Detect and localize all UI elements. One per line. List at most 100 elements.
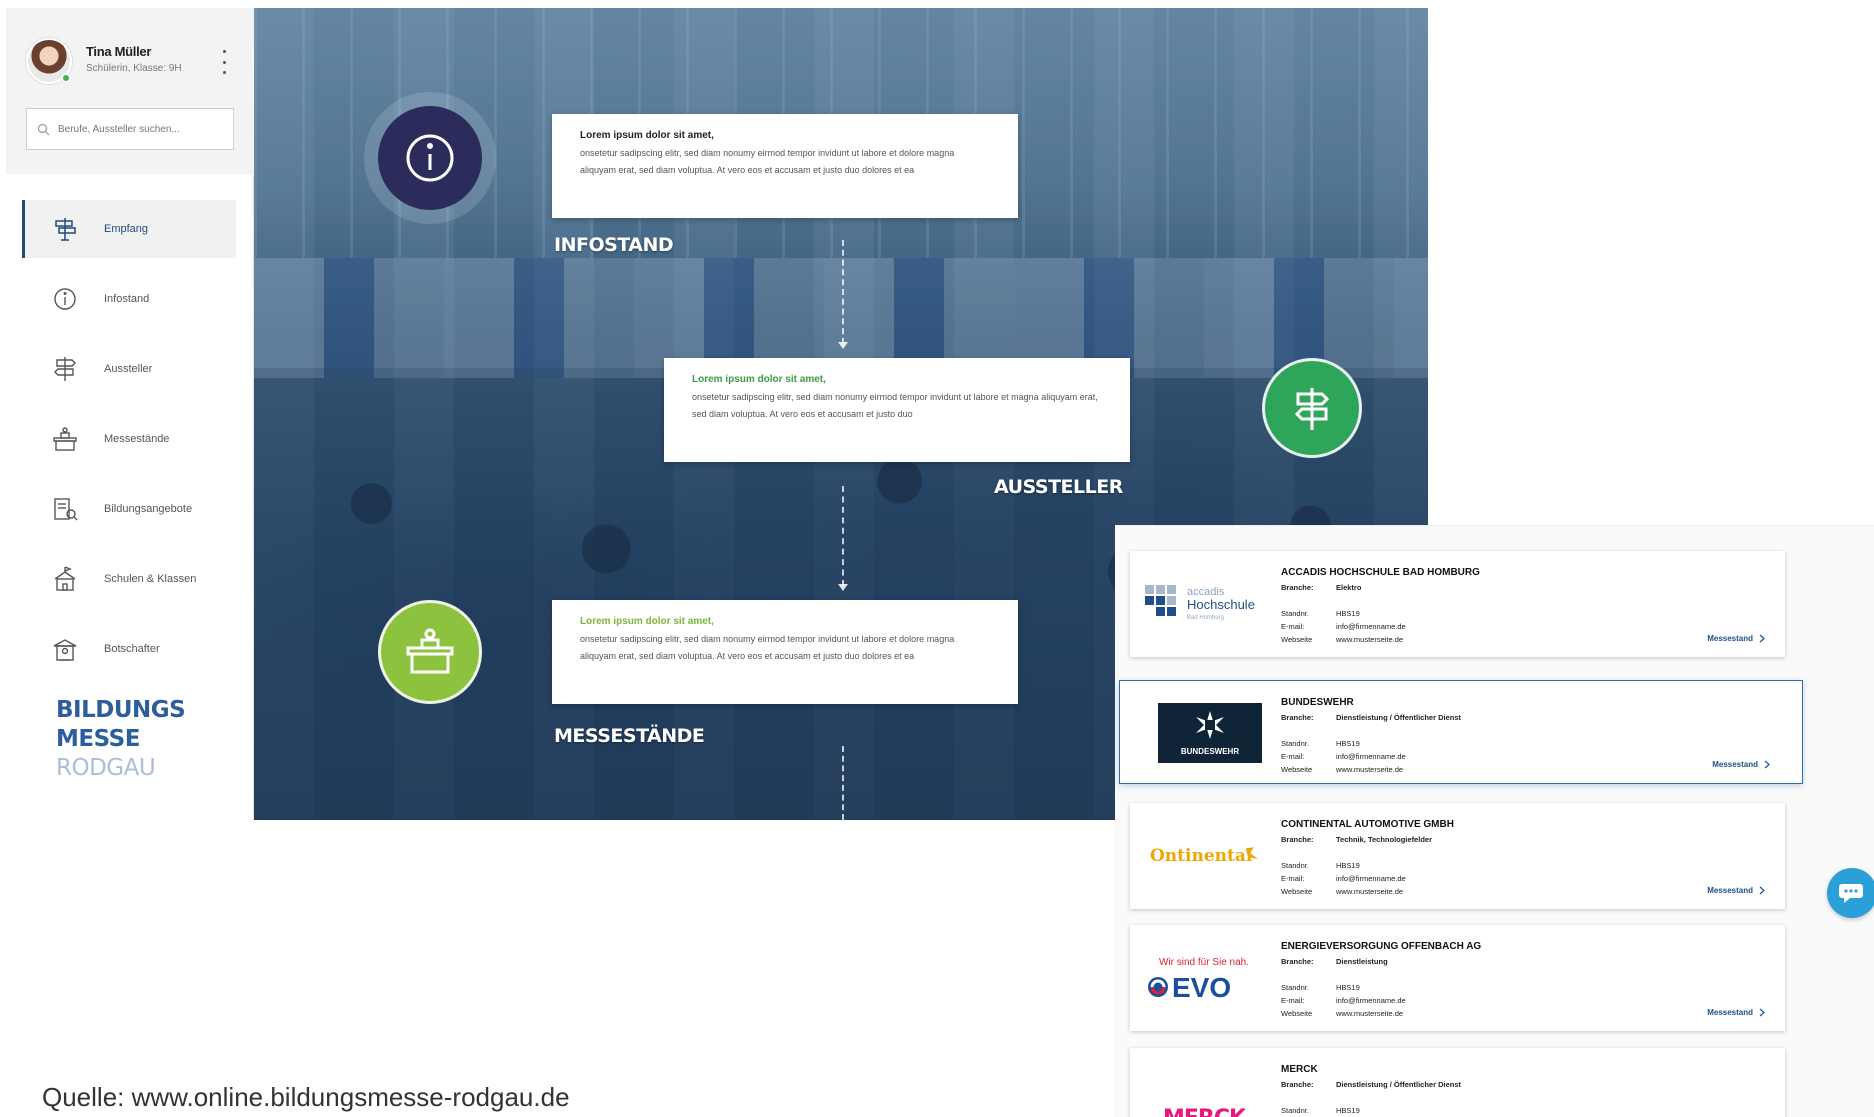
exhibitor-card[interactable]: Wir sind für Sie nah. EVO ENERGIEVERSORG… [1130, 925, 1785, 1031]
card-title: Lorem ipsum dolor sit amet, [580, 616, 714, 627]
chevron-right-icon [1759, 886, 1765, 895]
search-icon [37, 123, 50, 135]
exhibitor-name: ENERGIEVERSORGUNG OFFENBACH AG [1281, 941, 1482, 952]
exhibitor-name: ACCADIS HOCHSCHULE BAD HOMBURG [1281, 567, 1480, 578]
brand-line-3: RODGAU [56, 755, 156, 781]
aussteller-circle-button[interactable] [1262, 358, 1362, 458]
exhibitor-card-selected[interactable]: BUNDESWEHR BUNDESWEHR Branche: Dienstleis… [1119, 680, 1803, 784]
booth-icon [50, 424, 80, 454]
nav-item-empfang[interactable]: Empfang [22, 200, 236, 258]
exhibitor-name: CONTINENTAL AUTOMOTIVE GMBH [1281, 819, 1454, 830]
exhibitor-card[interactable]: accadis Hochschule Bad Homburg ACCADIS H… [1130, 551, 1785, 657]
exhibitor-standnr: Standnr. HBS19 [1281, 739, 1360, 748]
messestaende-circle-button[interactable] [378, 600, 482, 704]
education-offers-icon [50, 494, 80, 524]
exhibitor-standnr: Standnr. HBS19 [1281, 861, 1360, 870]
dashed-connector [842, 746, 844, 820]
chevron-right-icon [1759, 634, 1765, 643]
continental-logo: Ontinental [1144, 825, 1264, 885]
exhibitor-branche: Branche: Dienstleistung / Öffentlicher Di… [1281, 713, 1462, 722]
brand-line-2: MESSE [56, 726, 140, 752]
chat-button[interactable] [1827, 868, 1874, 918]
aussteller-label: AUSSTELLER [994, 476, 1123, 498]
nav-item-messestaende[interactable]: Messestände [22, 410, 236, 468]
svg-text:Wir sind für Sie nah.: Wir sind für Sie nah. [1159, 957, 1249, 968]
messestand-link[interactable]: Messestand [1707, 1008, 1765, 1017]
dashed-connector [842, 240, 844, 344]
exhibitor-email: E-mail: info@firmenname.de [1281, 752, 1406, 761]
exhibitor-standnr: Standnr. HBS19 [1281, 609, 1360, 618]
card-body: onsetetur sadipscing elitr, sed diam non… [580, 148, 955, 175]
info-icon [50, 284, 80, 314]
messestand-link[interactable]: Messestand [1707, 634, 1765, 643]
exhibitor-list: accadis Hochschule Bad Homburg ACCADIS H… [1115, 525, 1874, 1117]
chat-icon [1839, 884, 1863, 903]
nav-item-bildungsangebote[interactable]: Bildungsangebote [22, 480, 236, 538]
exhibitor-branche: Branche: Dienstleistung / Öffentlicher Di… [1281, 1080, 1462, 1089]
arrow-down-icon [838, 342, 848, 349]
accadis-logo: accadis Hochschule Bad Homburg [1144, 573, 1264, 633]
exhibitor-card[interactable]: MERCK MERCK Branche:Dienstleistung / Öff… [1130, 1048, 1785, 1117]
sidebar: Tina Müller Schülerin, Klasse: 9H Empfan… [6, 8, 254, 820]
booth-icon [406, 628, 454, 674]
infostand-circle-button[interactable] [378, 106, 482, 210]
exhibitor-name: MERCK [1281, 1064, 1318, 1075]
svg-text:Hochschule: Hochschule [1187, 597, 1255, 612]
infostand-label: INFOSTAND [554, 234, 674, 256]
exhibitor-website: Webseite www.musterseite.de [1281, 765, 1404, 774]
online-status-dot [62, 74, 70, 82]
exhibitor-website: Webseite www.musterseite.de [1281, 887, 1404, 896]
search-box[interactable] [26, 108, 234, 150]
exhibitor-website: Webseite www.musterseite.de [1281, 1009, 1404, 1018]
card-title: Lorem ipsum dolor sit amet, [580, 130, 714, 141]
exhibitor-branche: Branche: Technik, Technologiefelder [1281, 835, 1432, 844]
exhibitor-email: E-mail: info@firmenname.de [1281, 874, 1406, 883]
infostand-card: Lorem ipsum dolor sit amet, onsetetur sa… [552, 114, 1018, 218]
nav-item-label: Messestände [104, 433, 170, 445]
card-body: onsetetur sadipscing elitr, sed diam non… [692, 392, 1098, 419]
nav-item-schulen-klassen[interactable]: Schulen & Klassen [22, 550, 236, 608]
messestand-link[interactable]: Messestand [1712, 760, 1770, 769]
more-menu-icon[interactable] [218, 50, 230, 74]
messestaende-card: Lorem ipsum dolor sit amet, onsetetur sa… [552, 600, 1018, 704]
ambassador-icon [50, 634, 80, 664]
exhibitor-branche: Branche: Elektro [1281, 583, 1362, 592]
card-title: Lorem ipsum dolor sit amet, [692, 374, 826, 385]
brand-logo: BILDUNGS MESSE RODGAU [56, 696, 186, 783]
reception-sign-icon [50, 214, 80, 244]
messestaende-label: MESSESTÄNDE [554, 725, 705, 747]
search-input[interactable] [58, 123, 218, 135]
bundeswehr-logo: BUNDESWEHR [1150, 703, 1270, 763]
signpost-icon [50, 354, 80, 384]
chevron-right-icon [1759, 1008, 1765, 1017]
main-nav: Empfang Infostand Aussteller Messestände [22, 200, 236, 690]
exhibitor-card[interactable]: Ontinental CONTINENTAL AUTOMOTIVE GMBH B… [1130, 803, 1785, 909]
chevron-right-icon [1764, 760, 1770, 769]
nav-item-label: Infostand [104, 293, 150, 305]
nav-item-infostand[interactable]: Infostand [22, 270, 236, 328]
signpost-icon [1294, 388, 1330, 430]
svg-text:EVO: EVO [1172, 972, 1231, 1003]
svg-text:BUNDESWEHR: BUNDESWEHR [1181, 747, 1239, 756]
svg-text:Ontinental: Ontinental [1150, 846, 1253, 866]
nav-item-aussteller[interactable]: Aussteller [22, 340, 236, 398]
user-name: Tina Müller [86, 44, 152, 59]
nav-item-label: Schulen & Klassen [104, 573, 197, 585]
merck-logo: MERCK [1144, 1088, 1264, 1117]
user-role: Schülerin, Klasse: 9H [86, 63, 182, 74]
nav-item-label: Botschafter [104, 643, 160, 655]
messestand-link[interactable]: Messestand [1707, 886, 1765, 895]
exhibitor-email: E-mail: info@firmenname.de [1281, 622, 1406, 631]
info-icon [406, 134, 454, 182]
aussteller-card: Lorem ipsum dolor sit amet, onsetetur sa… [664, 358, 1130, 462]
exhibitor-branche: Branche: Dienstleistung [1281, 957, 1388, 966]
svg-text:MERCK: MERCK [1163, 1106, 1247, 1117]
source-caption: Quelle: www.online.bildungsmesse-rodgau.… [42, 1082, 570, 1112]
exhibitor-standnr: Standnr. HBS19 [1281, 983, 1360, 992]
brand-line-1: BILDUNGS [56, 697, 186, 723]
nav-item-label: Aussteller [104, 363, 153, 375]
nav-item-botschafter[interactable]: Botschafter [22, 620, 236, 678]
sidebar-header: Tina Müller Schülerin, Klasse: 9H [6, 8, 254, 174]
nav-item-label: Empfang [104, 223, 149, 235]
svg-text:Bad Homburg: Bad Homburg [1187, 615, 1224, 621]
